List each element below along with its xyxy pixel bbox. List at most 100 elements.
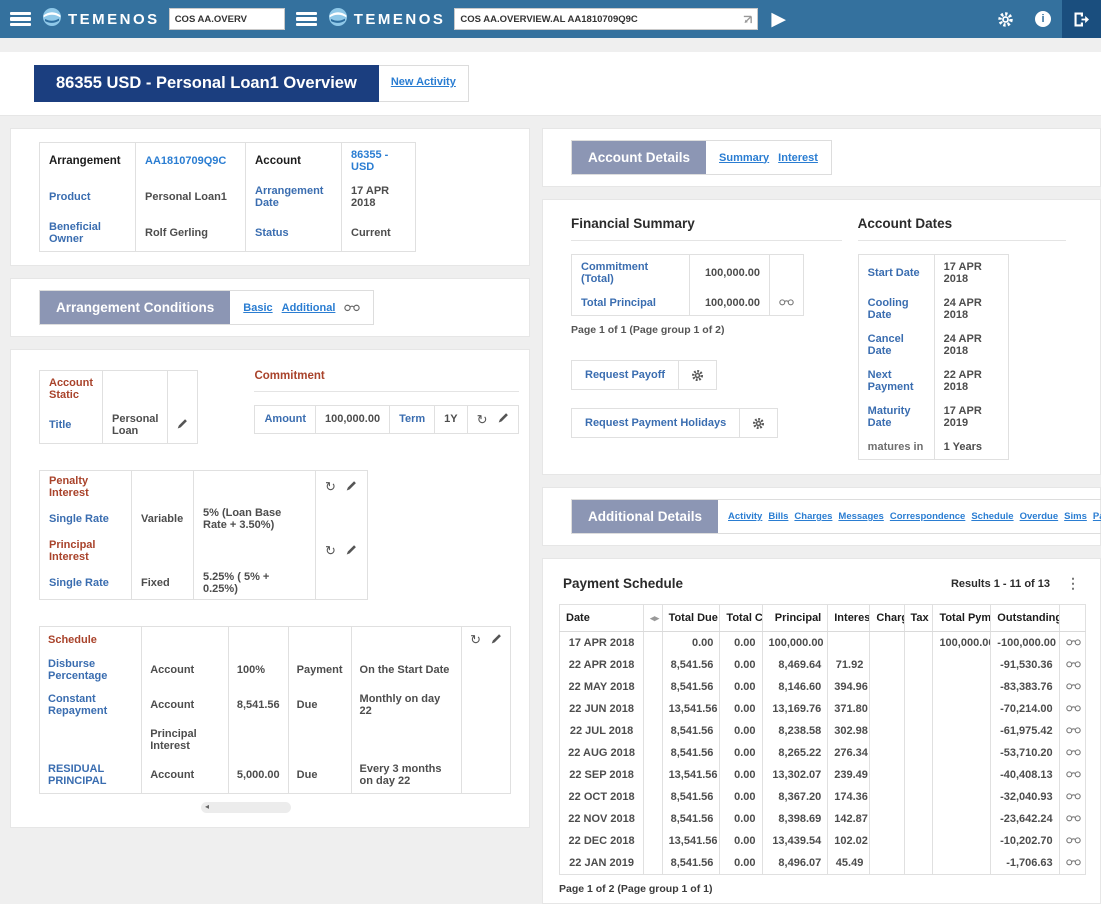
col-interest[interactable]: Interest bbox=[828, 605, 870, 632]
col-total-cap[interactable]: Total Cap bbox=[720, 605, 762, 632]
overdue-link[interactable]: Overdue bbox=[1020, 511, 1059, 522]
correspondence-link[interactable]: Correspondence bbox=[890, 511, 966, 522]
payment-orders-link[interactable]: Payment Orders bbox=[1093, 511, 1101, 522]
interest-link[interactable]: Interest bbox=[778, 152, 818, 164]
payment-row: 22 JUN 2018 13,541.56 0.00 13,169.76 371… bbox=[560, 698, 1086, 720]
payment-row: 22 APR 2018 8,541.56 0.00 8,469.64 71.92… bbox=[560, 654, 1086, 676]
col-total-pymt[interactable]: Total Pymt bbox=[933, 605, 991, 632]
payment-schedule-table: Date ◂▸ Total Due Total Cap Principal In… bbox=[559, 604, 1086, 875]
col-principal[interactable]: Principal bbox=[762, 605, 828, 632]
col-date[interactable]: Date bbox=[560, 605, 644, 632]
cell-interest: 394.96 bbox=[828, 676, 870, 698]
cell-interest: 45.49 bbox=[828, 852, 870, 875]
edit-pencil-icon[interactable] bbox=[346, 544, 357, 558]
refresh-icon[interactable]: ↻ bbox=[477, 413, 488, 426]
binoculars-icon[interactable] bbox=[1059, 720, 1085, 742]
refresh-icon[interactable]: ↻ bbox=[325, 480, 336, 493]
sims-link[interactable]: Sims bbox=[1064, 511, 1087, 522]
table-row: Total Principal 100,000.00 bbox=[572, 291, 804, 316]
account-static-table: Account Static Title Personal Loan bbox=[39, 370, 198, 444]
binoculars-icon[interactable] bbox=[1059, 654, 1085, 676]
binoculars-icon[interactable] bbox=[1059, 808, 1085, 830]
command-input-wrapper bbox=[454, 8, 758, 30]
payment-row: 22 NOV 2018 8,541.56 0.00 8,398.69 142.8… bbox=[560, 808, 1086, 830]
bills-link[interactable]: Bills bbox=[768, 511, 788, 522]
summary-link[interactable]: Summary bbox=[719, 152, 769, 164]
edit-pencil-icon[interactable] bbox=[168, 407, 198, 444]
col-charge[interactable]: Charge bbox=[870, 605, 904, 632]
sort-icon[interactable]: ◂▸ bbox=[650, 613, 659, 623]
request-payoff-button[interactable]: Request Payoff bbox=[571, 360, 717, 390]
payment-row: 22 OCT 2018 8,541.56 0.00 8,367.20 174.3… bbox=[560, 786, 1086, 808]
col-outstanding[interactable]: Outstanding bbox=[991, 605, 1059, 632]
scroll-left-icon[interactable]: ◂ bbox=[205, 803, 209, 811]
additional-link[interactable]: Additional bbox=[282, 302, 336, 314]
info-icon[interactable]: i bbox=[1024, 0, 1062, 38]
edit-pencil-icon[interactable] bbox=[498, 412, 509, 426]
schedule-link[interactable]: Schedule bbox=[971, 511, 1013, 522]
run-command-icon[interactable]: ▶ bbox=[771, 10, 786, 29]
cell-total-pymt bbox=[933, 786, 991, 808]
horizontal-scrollbar[interactable]: ◂ bbox=[201, 802, 291, 813]
section-title: Additional Details bbox=[572, 500, 718, 533]
messages-link[interactable]: Messages bbox=[838, 511, 883, 522]
account-dates-title: Account Dates bbox=[858, 216, 1066, 231]
additional-details-header-card: Additional Details Activity Bills Charge… bbox=[542, 487, 1101, 546]
content-columns: Arrangement AA1810709Q9C Account 86355 -… bbox=[0, 116, 1101, 904]
payment-row: 22 SEP 2018 13,541.56 0.00 13,302.07 239… bbox=[560, 764, 1086, 786]
arrangement-id-link[interactable]: AA1810709Q9C bbox=[136, 143, 246, 180]
binoculars-icon[interactable] bbox=[1059, 786, 1085, 808]
binoculars-icon[interactable] bbox=[1059, 676, 1085, 698]
rate-type-value: Variable bbox=[132, 503, 194, 535]
table-row: Account Static bbox=[40, 371, 198, 408]
section-title: Account Details bbox=[572, 141, 706, 174]
basic-link[interactable]: Basic bbox=[243, 302, 272, 314]
binoculars-icon[interactable] bbox=[1059, 830, 1085, 852]
status-label: Status bbox=[246, 215, 342, 252]
header-row: Date ◂▸ Total Due Total Cap Principal In… bbox=[560, 605, 1086, 632]
charges-link[interactable]: Charges bbox=[794, 511, 832, 522]
menu-icon-2[interactable] bbox=[296, 12, 317, 26]
binoculars-icon[interactable] bbox=[1059, 698, 1085, 720]
cell-total-cap: 0.00 bbox=[720, 654, 762, 676]
schedule-cell: Account bbox=[142, 653, 229, 688]
menu-icon[interactable] bbox=[10, 12, 31, 26]
new-activity-link[interactable]: New Activity bbox=[391, 76, 456, 88]
binoculars-icon[interactable] bbox=[1059, 742, 1085, 764]
activity-link[interactable]: Activity bbox=[728, 511, 762, 522]
cell-charge bbox=[870, 786, 904, 808]
gear-icon[interactable] bbox=[739, 409, 777, 437]
sign-out-icon[interactable] bbox=[1062, 0, 1101, 38]
settings-gear-icon[interactable] bbox=[986, 0, 1024, 38]
account-id-link[interactable]: 86355 - USD bbox=[342, 143, 416, 180]
col-tax[interactable]: Tax bbox=[904, 605, 933, 632]
cooling-date-value: 24 APR 2018 bbox=[934, 291, 1008, 327]
refresh-icon[interactable]: ↻ bbox=[470, 633, 481, 646]
cell-total-due: 8,541.56 bbox=[662, 676, 720, 698]
edit-pencil-icon[interactable] bbox=[491, 633, 502, 647]
binoculars-icon[interactable] bbox=[1059, 632, 1085, 655]
binoculars-icon[interactable] bbox=[770, 291, 804, 316]
col-total-due[interactable]: Total Due bbox=[662, 605, 720, 632]
binoculars-icon[interactable] bbox=[1059, 764, 1085, 786]
account-static-title: Account Static bbox=[40, 371, 103, 408]
cell-total-cap: 0.00 bbox=[720, 786, 762, 808]
launch-icon[interactable] bbox=[742, 14, 753, 25]
refresh-icon[interactable]: ↻ bbox=[325, 544, 336, 557]
interest-table: Penalty Interest ↻ Single Rate Variable … bbox=[39, 470, 368, 600]
command-input-main[interactable] bbox=[454, 8, 758, 30]
cell-outstanding: -10,202.70 bbox=[991, 830, 1059, 852]
cell-principal: 8,146.60 bbox=[762, 676, 828, 698]
schedule-cell: 100% bbox=[228, 653, 288, 688]
binoculars-icon[interactable] bbox=[344, 303, 360, 312]
arrangement-summary-card: Arrangement AA1810709Q9C Account 86355 -… bbox=[10, 128, 530, 266]
command-input-small[interactable] bbox=[169, 8, 285, 30]
edit-pencil-icon[interactable] bbox=[346, 480, 357, 494]
cell-charge bbox=[870, 830, 904, 852]
arrangement-table: Arrangement AA1810709Q9C Account 86355 -… bbox=[39, 142, 416, 252]
request-payment-holidays-button[interactable]: Request Payment Holidays bbox=[571, 408, 778, 438]
kebab-menu-icon[interactable]: ⋮ bbox=[1066, 575, 1080, 592]
gear-icon[interactable] bbox=[678, 361, 716, 389]
table-row: Principal Interest ↻ bbox=[40, 535, 368, 567]
binoculars-icon[interactable] bbox=[1059, 852, 1085, 875]
